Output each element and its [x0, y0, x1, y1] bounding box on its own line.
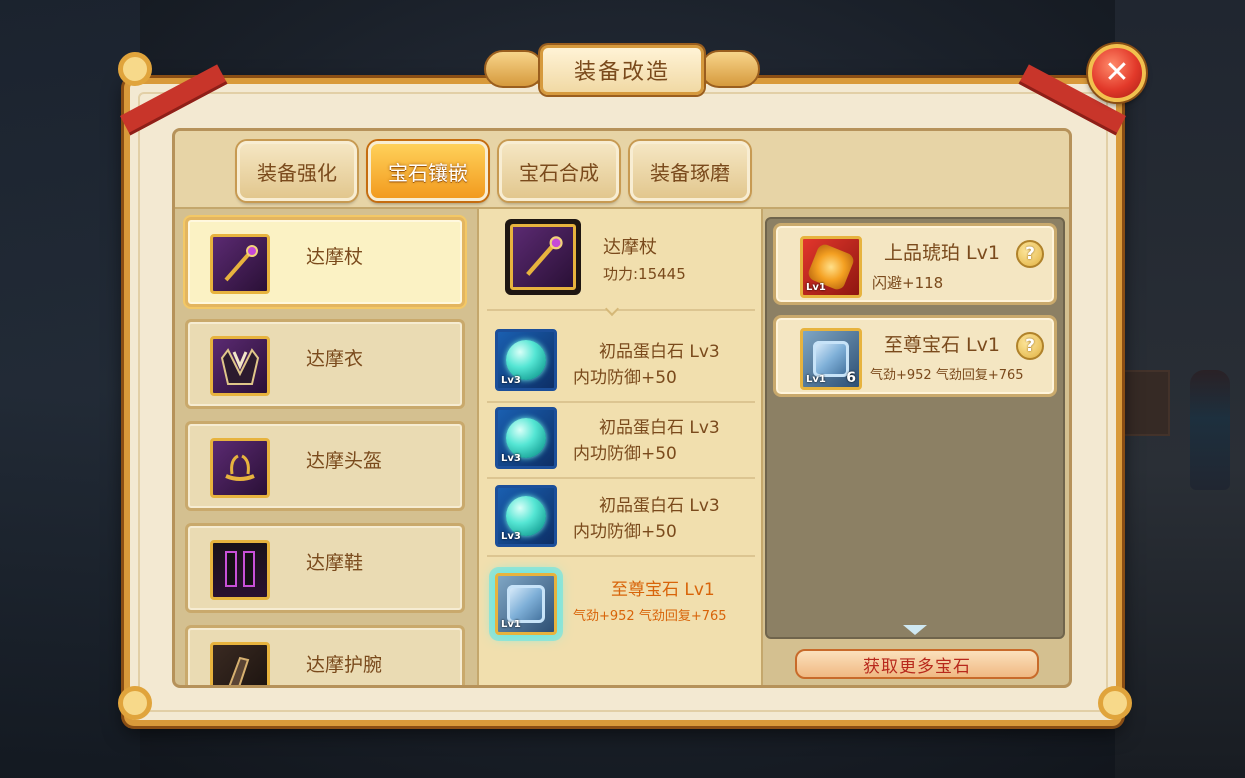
gem-stat: 内功防御+50 — [573, 444, 677, 464]
gem-stat: 内功防御+50 — [573, 368, 677, 388]
gem-name: 初品蛋白石 Lv3 — [599, 342, 720, 362]
inventory-gem-card[interactable]: Lv1 上品琥珀 Lv1 闪避+118 ? — [773, 223, 1057, 305]
gem-socket-2[interactable]: Lv3 — [495, 407, 557, 469]
list-item-equipment[interactable]: 达摩杖 — [185, 217, 465, 307]
list-item-equipment[interactable]: 达摩护腕 — [185, 625, 465, 685]
inventory-gem-name: 上品琥珀 Lv1 — [884, 242, 1000, 264]
tab-label: 装备琢磨 — [650, 160, 730, 185]
get-more-gems-label: 获取更多宝石 — [863, 656, 971, 677]
divider — [487, 555, 755, 557]
help-button[interactable]: ? — [1016, 332, 1044, 360]
dialog-title: 装备改造 — [540, 45, 704, 95]
gem-level-tag: Lv1 — [501, 619, 521, 630]
list-item-equipment[interactable]: 达摩鞋 — [185, 523, 465, 613]
supreme-gem-icon: Lv1 6 — [800, 328, 862, 390]
socket-panel: 达摩杖 功力:15445 Lv3 初品蛋白石 Lv3 内功防御+50 Lv3 初… — [477, 209, 763, 685]
question-icon: ? — [1025, 244, 1035, 264]
robe-icon — [210, 336, 270, 396]
inventory-gem-name: 至尊宝石 Lv1 — [884, 334, 1000, 356]
scroll-down-arrow-icon[interactable] — [903, 625, 927, 635]
tab-gem-synthesis[interactable]: 宝石合成 — [499, 141, 619, 201]
opal-gem-icon — [506, 418, 546, 458]
tab-label: 装备强化 — [257, 160, 337, 185]
divider-notch — [604, 301, 620, 317]
tab-bar: 装备强化 宝石镶嵌 宝石合成 装备琢磨 — [175, 131, 1069, 209]
selected-item-name: 达摩杖 — [603, 237, 657, 258]
gem-socket-4[interactable]: Lv1 — [495, 573, 557, 635]
get-more-gems-button[interactable]: 获取更多宝石 — [795, 649, 1039, 679]
gem-level-tag: Lv3 — [501, 375, 521, 386]
bracer-icon — [210, 642, 270, 685]
title-ornament-left — [484, 50, 544, 88]
tab-equipment-enhance[interactable]: 装备强化 — [237, 141, 357, 201]
gem-socket-1[interactable]: Lv3 — [495, 329, 557, 391]
divider — [487, 401, 755, 403]
gem-name: 初品蛋白石 Lv3 — [599, 496, 720, 516]
gem-level-tag: Lv1 — [806, 374, 826, 385]
equipment-name: 达摩护腕 — [306, 654, 383, 676]
inventory-gem-stat: 闪避+118 — [872, 274, 944, 292]
help-button[interactable]: ? — [1016, 240, 1044, 268]
opal-gem-icon — [506, 496, 546, 536]
title-ornament-right — [700, 50, 760, 88]
background-character — [1190, 370, 1230, 490]
equipment-name: 达摩头盔 — [306, 450, 383, 472]
corner-swirl-icon — [1098, 686, 1132, 720]
selected-item-power: 功力:15445 — [603, 265, 686, 283]
gem-name: 初品蛋白石 Lv3 — [599, 418, 720, 438]
divider — [487, 301, 755, 317]
equipment-name: 达摩杖 — [306, 246, 364, 268]
background-crate — [1118, 370, 1170, 436]
corner-swirl-icon — [118, 686, 152, 720]
gem-socket-3[interactable]: Lv3 — [495, 485, 557, 547]
equipment-name: 达摩衣 — [306, 348, 364, 370]
list-item-equipment[interactable]: 达摩头盔 — [185, 421, 465, 511]
supreme-gem-shape — [813, 341, 849, 377]
gem-level-tag: Lv1 — [806, 282, 826, 293]
tab-gem-inlay[interactable]: 宝石镶嵌 — [368, 141, 488, 201]
gem-name: 至尊宝石 Lv1 — [611, 580, 715, 600]
inventory-gem-card[interactable]: Lv1 6 至尊宝石 Lv1 气劲+952 气劲回复+765 ? — [773, 315, 1057, 397]
gem-level-tag: Lv3 — [501, 531, 521, 542]
content-panel: 装备强化 宝石镶嵌 宝石合成 装备琢磨 达摩杖 达摩衣 达摩头盔 达摩鞋 达摩护… — [172, 128, 1072, 688]
selected-item-slot — [505, 219, 581, 295]
list-item-equipment[interactable]: 达摩衣 — [185, 319, 465, 409]
corner-swirl-icon — [118, 52, 152, 86]
supreme-gem-icon — [507, 585, 545, 623]
tab-label: 宝石合成 — [519, 160, 599, 185]
scroll-down-arrow-icon[interactable] — [313, 685, 337, 688]
close-icon: ✕ — [1104, 55, 1130, 90]
tab-equipment-polish[interactable]: 装备琢磨 — [630, 141, 750, 201]
gem-stat: 气劲+952 气劲回复+765 — [573, 609, 727, 624]
gem-count: 6 — [846, 370, 856, 386]
gem-stat: 内功防御+50 — [573, 522, 677, 542]
tab-label: 宝石镶嵌 — [388, 160, 468, 185]
boots-icon — [210, 540, 270, 600]
inventory-gem-stat: 气劲+952 气劲回复+765 — [870, 368, 1024, 383]
question-icon: ? — [1025, 336, 1035, 356]
opal-gem-icon — [506, 340, 546, 380]
equipment-name: 达摩鞋 — [306, 552, 364, 574]
equipment-list[interactable]: 达摩杖 达摩衣 达摩头盔 达摩鞋 达摩护腕 — [181, 215, 471, 685]
background-scenery-left — [0, 0, 140, 778]
gem-level-tag: Lv3 — [501, 453, 521, 464]
close-button[interactable]: ✕ — [1088, 44, 1146, 102]
gem-inventory-panel[interactable]: Lv1 上品琥珀 Lv1 闪避+118 ? Lv1 6 至尊宝石 Lv1 气劲+… — [765, 217, 1065, 639]
staff-icon — [510, 224, 576, 290]
helmet-icon — [210, 438, 270, 498]
amber-gem-icon: Lv1 — [800, 236, 862, 298]
staff-icon — [210, 234, 270, 294]
divider — [487, 477, 755, 479]
